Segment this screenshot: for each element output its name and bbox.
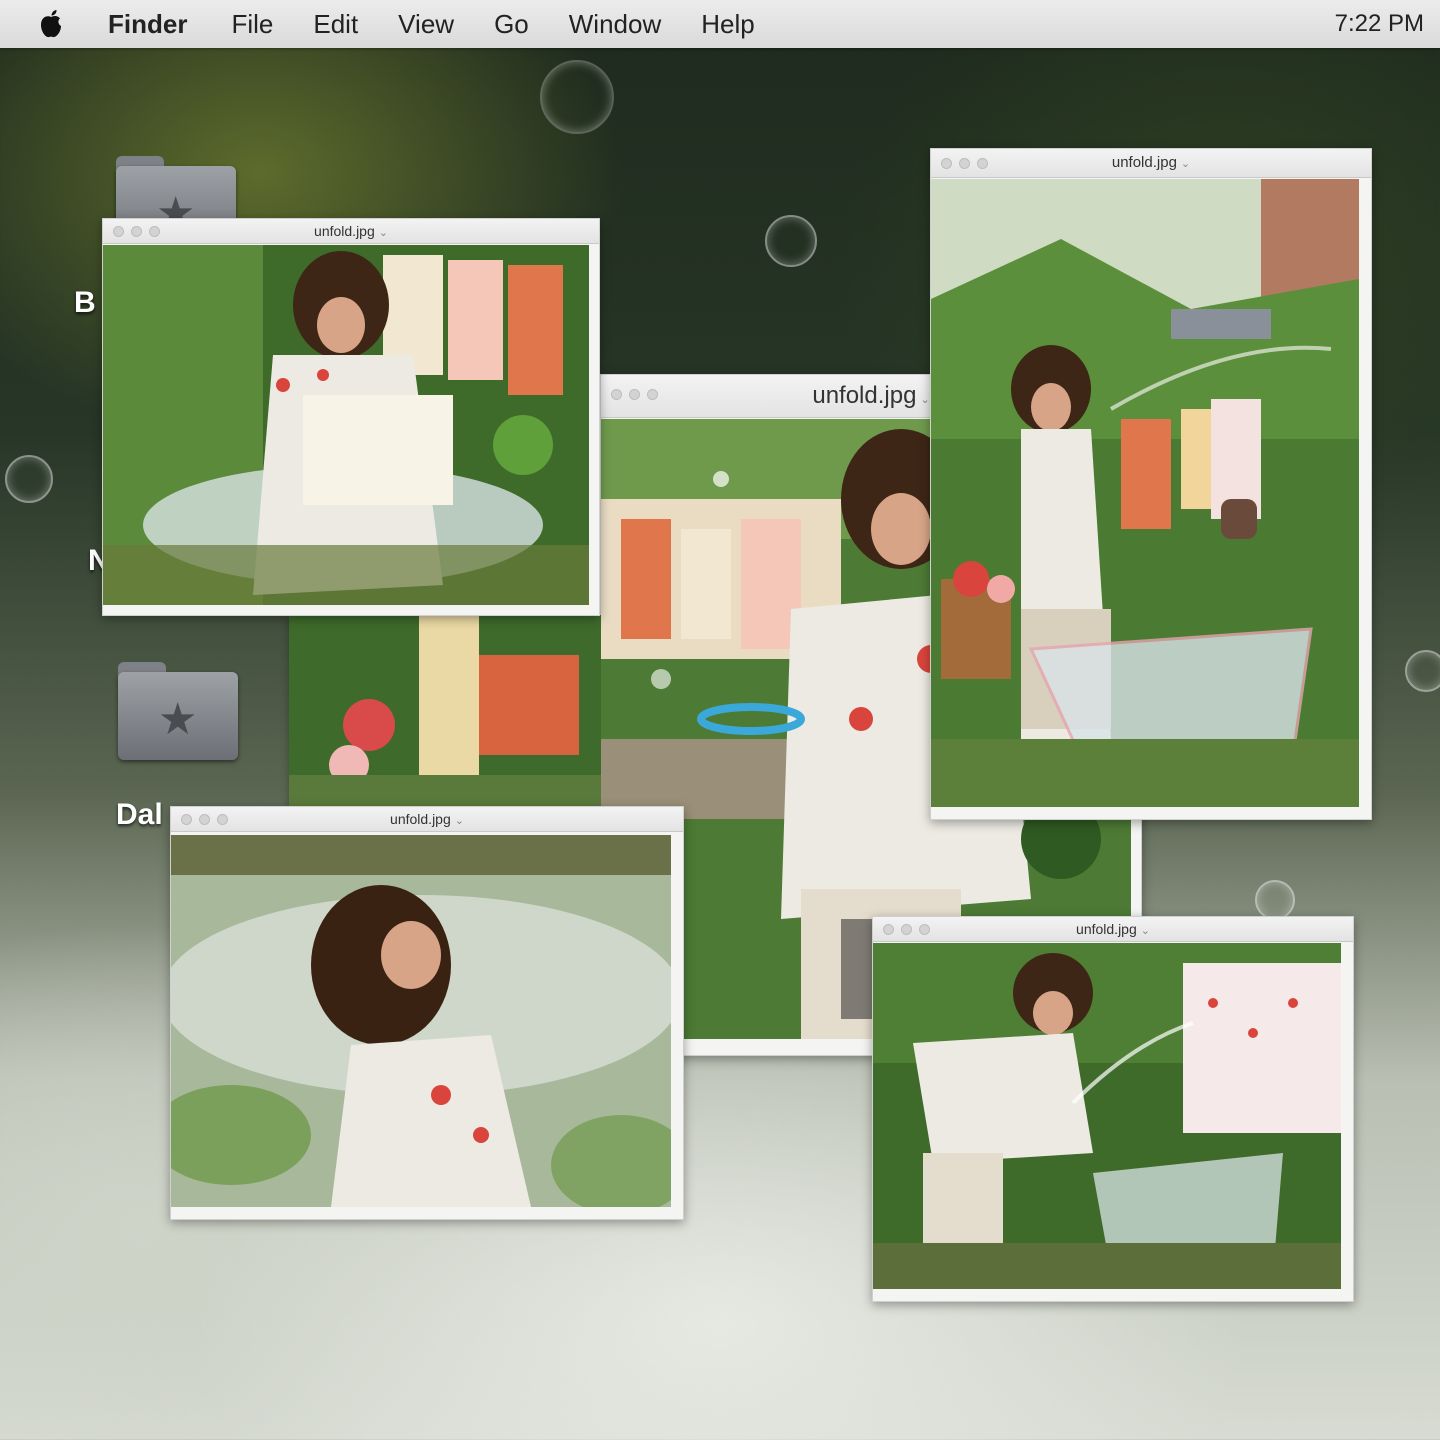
chevron-down-icon[interactable]: ⌄ — [455, 815, 464, 827]
window-controls — [883, 924, 930, 935]
star-icon: ★ — [158, 695, 198, 744]
zoom-button[interactable] — [217, 814, 228, 825]
image-window[interactable]: unfold.jpg ⌄ — [170, 806, 684, 1220]
minimize-button[interactable] — [199, 814, 210, 825]
menu-clock[interactable]: 7:22 PM — [1335, 10, 1424, 38]
zoom-button[interactable] — [977, 158, 988, 169]
window-titlebar[interactable]: unfold.jpg ⌄ — [873, 917, 1353, 942]
menu-go[interactable]: Go — [494, 9, 529, 40]
window-title: unfold.jpg — [1076, 921, 1137, 937]
menu-help[interactable]: Help — [701, 9, 754, 40]
menu-view[interactable]: View — [398, 9, 454, 40]
window-controls — [611, 389, 658, 400]
desktop-folder[interactable]: ★ — [118, 662, 238, 762]
chevron-down-icon[interactable]: ⌄ — [1141, 925, 1150, 937]
window-titlebar[interactable]: unfold.jpg ⌄ — [931, 149, 1371, 178]
window-titlebar[interactable]: unfold.jpg ⌄ — [103, 219, 599, 244]
window-title: unfold.jpg — [1111, 154, 1177, 171]
close-button[interactable] — [941, 158, 952, 169]
window-controls — [941, 158, 988, 169]
close-button[interactable] — [181, 814, 192, 825]
minimize-button[interactable] — [131, 226, 142, 237]
menu-bar: Finder File Edit View Go Window Help 7:2… — [0, 0, 1440, 48]
chevron-down-icon[interactable]: ⌄ — [1181, 158, 1190, 170]
photo-extension — [289, 615, 601, 807]
person-watering-clear-tub-photo — [873, 943, 1341, 1289]
menu-app-name[interactable]: Finder — [108, 9, 187, 40]
close-button[interactable] — [883, 924, 894, 935]
starred-folder-icon: ★ — [118, 672, 238, 760]
menu-file[interactable]: File — [231, 9, 273, 40]
bubble-decoration — [5, 455, 53, 503]
chevron-down-icon[interactable]: ⌄ — [379, 227, 388, 239]
window-titlebar[interactable]: unfold.jpg ⌄ — [171, 807, 683, 832]
bubble-decoration — [765, 215, 817, 267]
image-window[interactable]: unfold.jpg ⌄ — [930, 148, 1372, 820]
folder-label[interactable]: Dal — [116, 798, 163, 832]
person-holding-white-cloth-garden-photo — [103, 245, 589, 605]
person-face-up-sunlight-photo — [171, 835, 671, 1207]
chevron-down-icon[interactable]: ⌄ — [920, 394, 929, 406]
apple-logo-icon[interactable] — [38, 9, 64, 39]
window-controls — [181, 814, 228, 825]
folder-label[interactable]: B — [74, 286, 96, 320]
window-title: unfold.jpg — [314, 223, 375, 239]
zoom-button[interactable] — [647, 389, 658, 400]
window-title: unfold.jpg — [390, 811, 451, 827]
image-window[interactable]: unfold.jpg ⌄ — [102, 218, 600, 616]
close-button[interactable] — [113, 226, 124, 237]
close-button[interactable] — [611, 389, 622, 400]
minimize-button[interactable] — [959, 158, 970, 169]
window-controls — [113, 226, 160, 237]
menu-window[interactable]: Window — [569, 9, 661, 40]
bubble-decoration — [1255, 880, 1295, 920]
bubble-decoration — [1405, 650, 1440, 692]
zoom-button[interactable] — [919, 924, 930, 935]
minimize-button[interactable] — [901, 924, 912, 935]
person-spraying-hose-over-tub-photo — [931, 179, 1359, 807]
window-title: unfold.jpg — [812, 382, 917, 409]
zoom-button[interactable] — [149, 226, 160, 237]
bubble-decoration — [540, 60, 614, 134]
minimize-button[interactable] — [629, 389, 640, 400]
image-window[interactable]: unfold.jpg ⌄ — [872, 916, 1354, 1302]
menu-edit[interactable]: Edit — [313, 9, 358, 40]
